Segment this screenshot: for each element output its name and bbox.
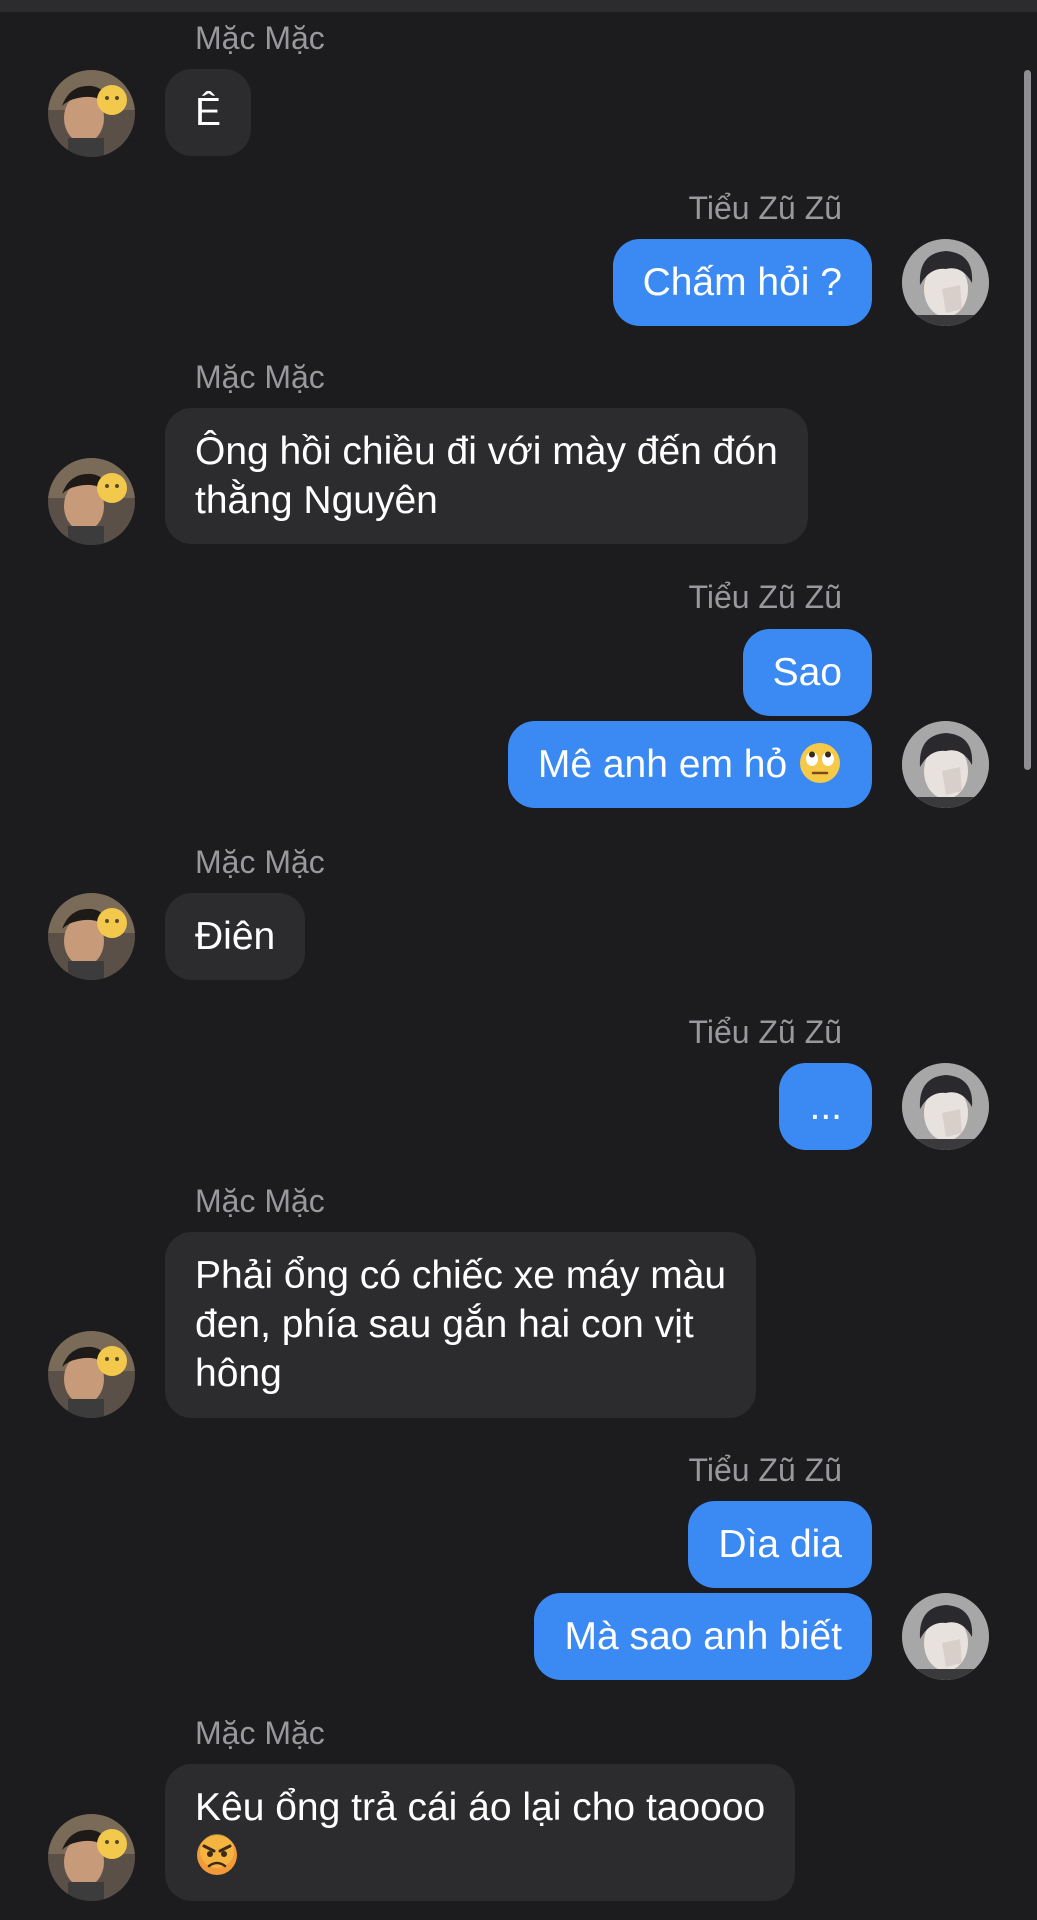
avatar-mac-mac[interactable] [48,70,135,157]
avatar-tieu-zu-zu[interactable] [902,239,989,326]
message-bubble-incoming[interactable]: Phải ổng có chiếc xe máy màu đen, phía s… [165,1232,757,1418]
message-text-line: hông [195,1352,282,1395]
message-text: Ê [195,91,222,134]
message-bubble-incoming[interactable]: Điên [165,893,306,980]
avatar-mac-mac-icon [48,1814,135,1901]
message-text-line: Phải ổng có chiếc xe máy màu [195,1254,727,1297]
message-text: Sao [772,651,842,694]
message-bubble-outgoing[interactable]: ... [779,1063,872,1150]
sender-name: Mặc Mặc [195,20,325,56]
sender-name: Mặc Mặc [195,844,325,880]
message-text: Điên [195,915,276,958]
avatar-mac-mac-icon [48,1331,135,1418]
scrollbar[interactable] [1023,30,1037,1920]
message-bubble-outgoing[interactable]: Sao [742,629,872,716]
sender-name: Tiểu Zũ Zũ [688,1014,842,1050]
avatar-tieu-zu-zu-icon [902,1593,989,1680]
message-bubble-outgoing[interactable]: Mê anh em hỏ [507,721,872,808]
avatar-tieu-zu-zu[interactable] [902,1063,989,1150]
message-emoji-line [195,1832,765,1881]
face-with-rolling-eyes-icon [798,741,842,785]
avatar-mac-mac-icon [48,458,135,545]
message-text: Mà sao anh biết [564,1615,842,1658]
sender-name: Mặc Mặc [195,1183,325,1219]
message-bubble-outgoing[interactable]: Chấm hỏi ? [612,239,872,326]
message-bubble-outgoing[interactable]: Mà sao anh biết [534,1593,872,1680]
sender-name: Tiểu Zũ Zũ [688,579,842,615]
scrollbar-thumb[interactable] [1024,70,1031,770]
message-text: Chấm hỏi ? [642,261,842,304]
message-bubble-incoming[interactable]: Ê [165,69,252,156]
avatar-mac-mac[interactable] [48,1814,135,1901]
sender-name: Tiểu Zũ Zũ [688,190,842,226]
sender-name: Tiểu Zũ Zũ [688,1452,842,1488]
avatar-mac-mac[interactable] [48,1331,135,1418]
avatar-mac-mac-icon [48,893,135,980]
message-text: Dìa dia [718,1523,842,1566]
message-text-line: thằng Nguyên [195,479,438,522]
avatar-mac-mac[interactable] [48,893,135,980]
avatar-mac-mac-icon [48,70,135,157]
message-bubble-incoming[interactable]: Kêu ổng trả cái áo lại cho taoooo [165,1764,796,1901]
message-text: ... [809,1085,842,1128]
avatar-mac-mac[interactable] [48,458,135,545]
avatar-tieu-zu-zu[interactable] [902,721,989,808]
message-text-line: đen, phía sau gắn hai con vịt [195,1303,694,1346]
message-bubble-incoming[interactable]: Ông hồi chiều đi với mày đến đón thằng N… [165,408,808,544]
message-text-line: Ông hồi chiều đi với mày đến đón [195,430,778,473]
sender-name: Mặc Mặc [195,1715,325,1751]
avatar-tieu-zu-zu-icon [902,1063,989,1150]
avatar-tieu-zu-zu[interactable] [902,1593,989,1680]
angry-face-icon [195,1833,239,1877]
avatar-tieu-zu-zu-icon [902,239,989,326]
avatar-tieu-zu-zu-icon [902,721,989,808]
message-bubble-outgoing[interactable]: Dìa dia [688,1501,872,1588]
sender-name: Mặc Mặc [195,359,325,395]
message-text: Mê anh em hỏ [537,743,788,786]
top-status-strip [0,0,1037,12]
message-text-line: Kêu ổng trả cái áo lại cho taoooo [195,1786,766,1829]
